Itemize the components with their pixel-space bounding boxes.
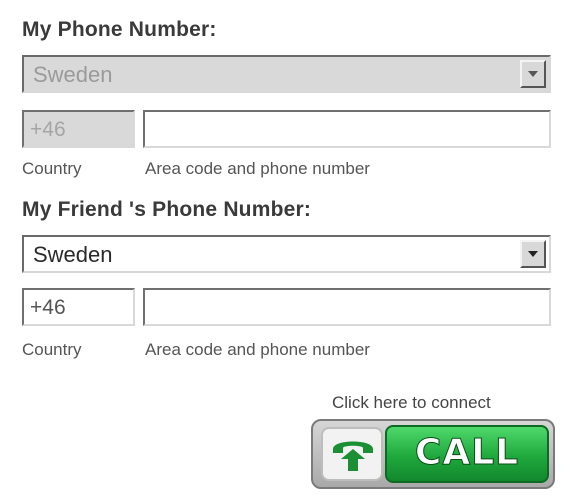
phone-icon [321, 427, 383, 481]
call-label-panel: CALL [385, 425, 549, 483]
friend-area-hint: Area code and phone number [145, 340, 370, 359]
call-button[interactable]: CALL [311, 419, 555, 489]
my-country-hint: Country [22, 159, 82, 178]
my-phone-title: My Phone Number: [22, 18, 217, 41]
friend-country-select[interactable]: Sweden [22, 235, 551, 273]
friend-country-hint: Country [22, 340, 82, 359]
chevron-down-icon[interactable] [520, 240, 546, 268]
call-label: CALL [414, 432, 520, 474]
friend-phone-title: My Friend 's Phone Number: [22, 198, 312, 221]
friend-country-code-field[interactable]: +46 [22, 288, 135, 326]
my-country-select[interactable]: Sweden [22, 55, 551, 93]
chevron-down-icon[interactable] [520, 60, 546, 88]
connect-hint: Click here to connect [332, 393, 491, 412]
friend-country-select-value: Sweden [33, 242, 113, 267]
my-country-select-value: Sweden [33, 62, 113, 87]
my-area-hint: Area code and phone number [145, 159, 370, 178]
friend-country-code-value: +46 [30, 296, 66, 319]
my-country-code-field[interactable]: +46 [22, 110, 135, 148]
my-country-code-value: +46 [30, 118, 66, 141]
friend-phone-input[interactable] [143, 288, 551, 326]
my-phone-input[interactable] [143, 110, 551, 148]
